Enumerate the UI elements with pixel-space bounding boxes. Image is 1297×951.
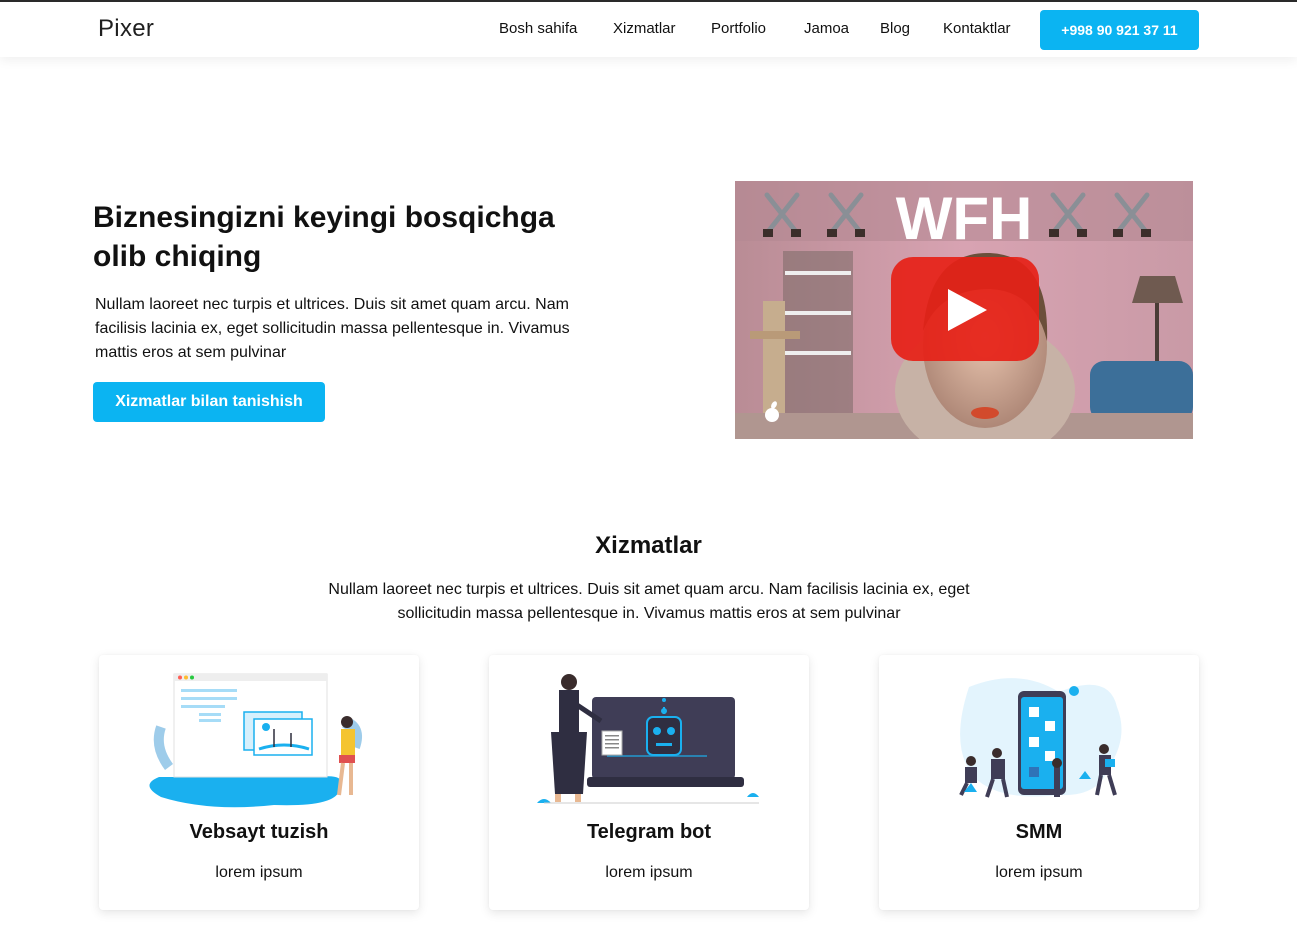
card-title: Vebsayt tuzish	[189, 821, 329, 843]
service-card-smm[interactable]: SMM lorem ipsum	[879, 655, 1199, 910]
nav-item-services[interactable]: Xizmatlar	[613, 20, 676, 37]
logo[interactable]: Pixer	[98, 15, 154, 43]
hero-button[interactable]: Xizmatlar bilan tanishish	[93, 382, 325, 422]
card-description: lorem ipsum	[215, 864, 303, 881]
card-title: Telegram bot	[586, 821, 712, 843]
bot-illustration	[537, 674, 759, 804]
card-title: SMM	[1015, 821, 1063, 843]
hero-title: Biznesingizni keyingi bosqichga olib chi…	[93, 201, 555, 273]
service-card-website[interactable]: Vebsayt tuzish lorem ipsum	[99, 655, 419, 910]
services-title: Xizmatlar	[595, 532, 702, 559]
smm-illustration	[959, 678, 1122, 798]
youtube-play-icon[interactable]	[891, 257, 1039, 361]
services-text: Nullam laoreet nec turpis et ultrices. D…	[328, 581, 970, 622]
website-illustration	[149, 673, 362, 808]
nav-item-team[interactable]: Jamoa	[804, 20, 849, 37]
nav-item-portfolio[interactable]: Portfolio	[711, 20, 766, 37]
nav-item-contacts[interactable]: Kontaktlar	[943, 20, 1011, 37]
site-header: Pixer Bosh sahifa Xizmatlar Portfolio Ja…	[0, 2, 1297, 57]
card-description: lorem ipsum	[605, 864, 693, 881]
video-title-text: WFH	[896, 185, 1033, 252]
nav-item-home[interactable]: Bosh sahifa	[499, 20, 577, 37]
video-player[interactable]: WFH	[735, 181, 1193, 439]
phone-button[interactable]: +998 90 921 37 11	[1040, 10, 1199, 50]
video-thumbnail: WFH	[735, 181, 1193, 439]
nav-item-blog[interactable]: Blog	[880, 20, 910, 37]
service-card-telegram-bot[interactable]: Telegram bot lorem ipsum	[489, 655, 809, 910]
hero-text: Nullam laoreet nec turpis et ultrices. D…	[95, 296, 570, 361]
card-description: lorem ipsum	[995, 864, 1083, 881]
